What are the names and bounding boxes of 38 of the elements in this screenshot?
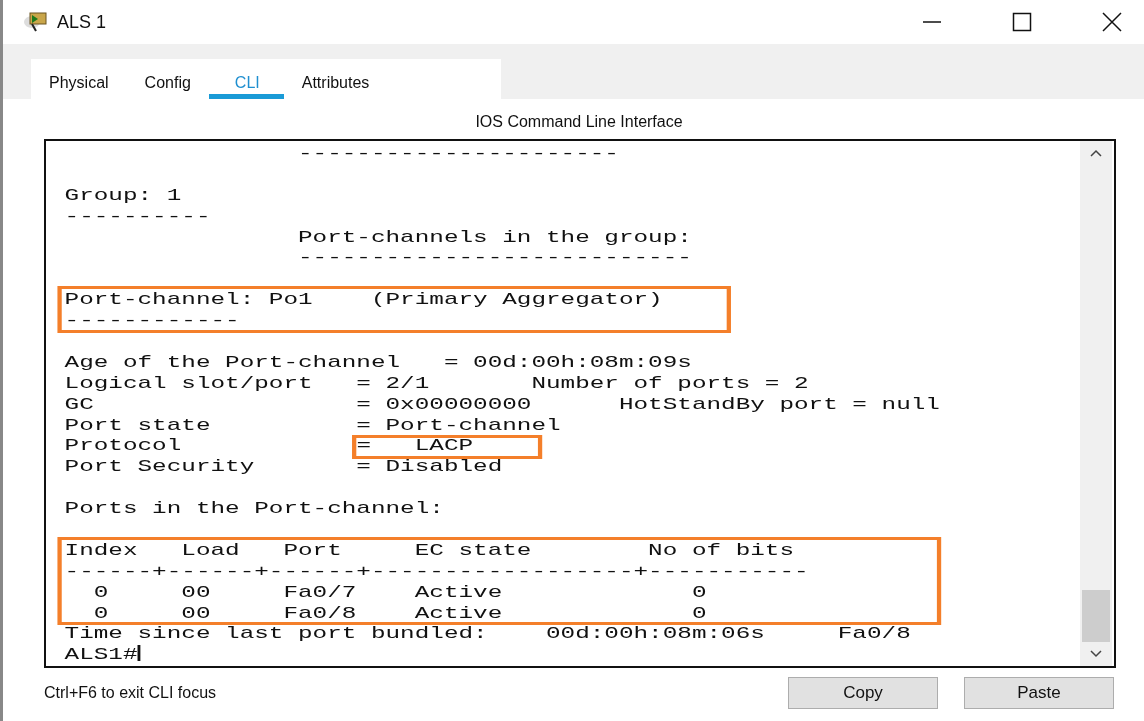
tab[interactable]: Config [126, 59, 209, 99]
terminal-line: ------------ [64, 311, 240, 332]
hint-text: Ctrl+F6 to exit CLI focus [44, 684, 217, 702]
scroll-down-icon[interactable] [1090, 650, 1102, 658]
action-button[interactable]: Copy [788, 677, 938, 709]
window-title: ALS 1 [57, 11, 107, 33]
terminal-line: --------------------------- [297, 248, 692, 270]
maximize-icon[interactable] [1012, 12, 1032, 32]
scroll-up-icon[interactable] [1090, 149, 1102, 157]
terminal-line: 0 00 Fa0/7 Active 0 [92, 582, 707, 604]
text-cursor [137, 645, 140, 662]
terminal-line: Age of the Port-channel = 00d:00h:08m:09s [64, 352, 692, 374]
close-icon[interactable] [1102, 12, 1122, 32]
terminal-line: Ports in the Port-channel: [64, 499, 444, 521]
tab[interactable]: Physical [45, 59, 127, 99]
terminal-line: Index Load Port EC state No of bits [64, 540, 794, 562]
terminal-line: Port Security = Disabled [64, 457, 503, 479]
terminal-text: = LACP [356, 436, 474, 456]
terminal-line: Port-channels in the group: [297, 227, 692, 249]
terminal-line: ---------------------- [297, 144, 619, 165]
switch-icon [23, 11, 49, 33]
prompt-text: ALS1# [64, 645, 138, 665]
tab[interactable]: CLI [208, 59, 284, 99]
terminal-line: ---------- [64, 206, 211, 228]
terminal-text: Protocol [64, 436, 183, 456]
terminal-line: Port-channel: Po1 (Primary Aggregator) [64, 290, 663, 312]
scrollbar[interactable] [1080, 141, 1112, 666]
terminal-line: ------+------+------+------------------+----------- [64, 561, 809, 583]
terminal-line: 0 00 Fa0/8 Active 0 [92, 603, 707, 625]
section-title: IOS Command Line Interface [474, 112, 684, 132]
action-button[interactable]: Paste [964, 677, 1114, 709]
terminal-line: Logical slot/port = 2/1 Number of ports = 2 [64, 373, 809, 395]
tab[interactable]: Attributes [283, 59, 388, 99]
terminal-line: Time since last port bundled: 00d:00h:08m:06s Fa0/8 [64, 624, 911, 646]
scrollbar-thumb[interactable] [1082, 590, 1110, 642]
terminal-line: GC = 0x00000000 HotStandBy port = null [64, 394, 940, 416]
terminal-line: Group: 1 [64, 185, 182, 207]
terminal-line: Port state = Port-channel [64, 415, 561, 437]
